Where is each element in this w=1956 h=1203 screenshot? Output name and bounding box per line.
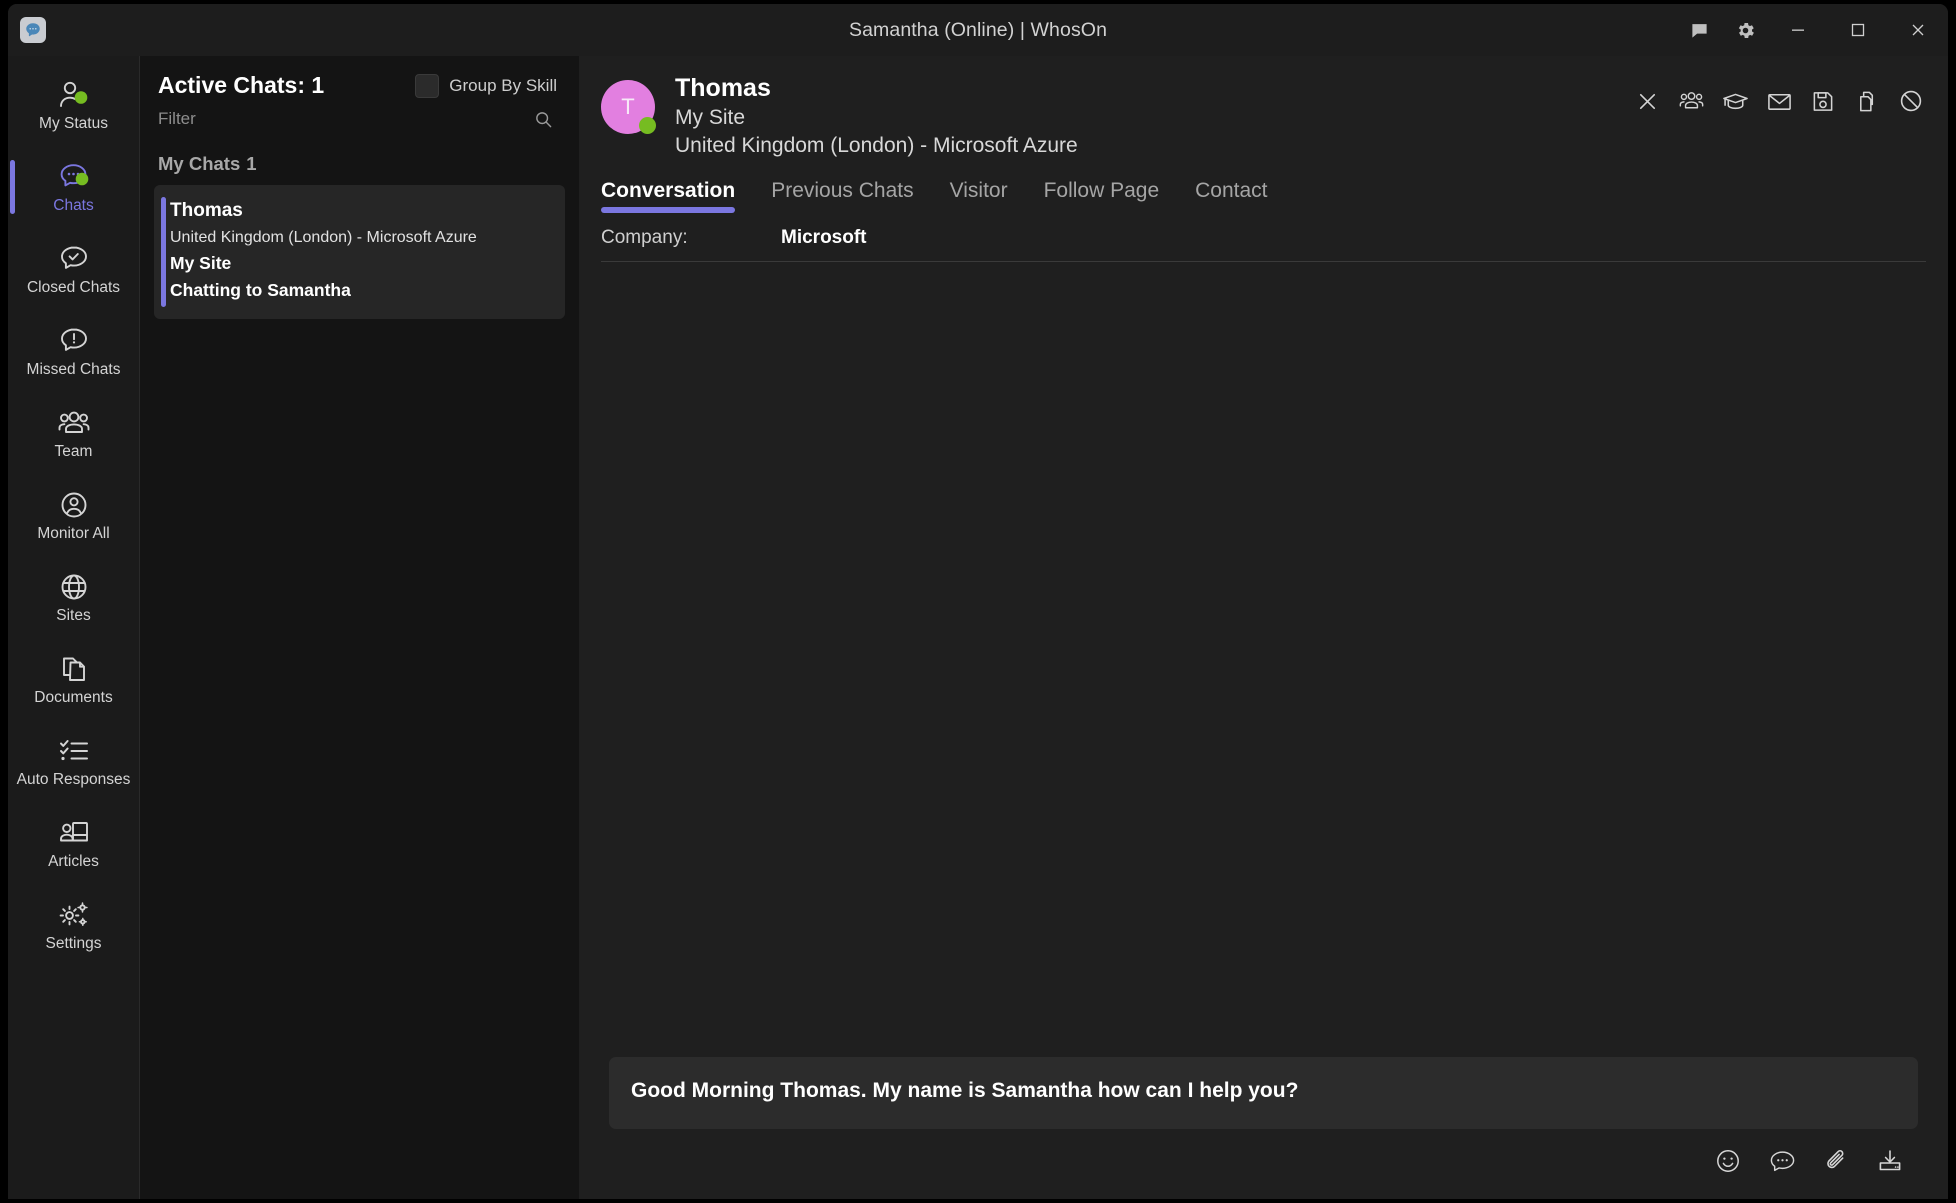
paperclip-icon[interactable]	[1820, 1145, 1852, 1177]
conversation-tabs: Conversation Previous Chats Visitor Foll…	[579, 165, 1948, 214]
article-presenter-icon	[58, 816, 90, 850]
person-status-icon	[57, 78, 91, 112]
sidebar-item-articles[interactable]: Articles	[8, 802, 139, 884]
sidebar-item-settings[interactable]: Settings	[8, 884, 139, 966]
visitor-info-area: Company: Microsoft	[579, 213, 1948, 263]
chat-transcript	[579, 262, 1948, 1057]
sidebar-item-sites[interactable]: Sites	[8, 556, 139, 638]
chat-bubble-dots-icon[interactable]	[1766, 1145, 1798, 1177]
tab-previous-chats[interactable]: Previous Chats	[771, 179, 913, 213]
composer-area: Good Morning Thomas. My name is Samantha…	[579, 1057, 1948, 1129]
chat-check-icon	[58, 242, 90, 276]
chat-item-location: United Kingdom (London) - Microsoft Azur…	[170, 228, 477, 246]
visitor-location: United Kingdom (London) - Microsoft Azur…	[675, 133, 1078, 157]
visitor-info: Thomas My Site United Kingdom (London) -…	[675, 72, 1078, 159]
sidebar-item-team[interactable]: Team	[8, 392, 139, 474]
gears-icon	[57, 898, 91, 932]
window-title: Samantha (Online) | WhosOn	[848, 18, 1108, 41]
sidebar-item-closed-chats[interactable]: Closed Chats	[8, 228, 139, 310]
chat-item-status: Chatting to Samantha	[170, 280, 351, 301]
my-chats-count: 1	[246, 153, 257, 174]
envelope-icon[interactable]	[1764, 86, 1794, 116]
sidebar-item-label: Sites	[56, 607, 91, 625]
composer-toolbar	[579, 1129, 1948, 1199]
company-value: Microsoft	[781, 227, 867, 249]
tab-follow-page[interactable]: Follow Page	[1044, 179, 1160, 213]
floppy-disk-icon[interactable]	[1808, 86, 1838, 116]
sidebar-item-auto-responses[interactable]: Auto Responses	[8, 720, 139, 802]
people-group-icon[interactable]	[1676, 86, 1706, 116]
sidebar-item-label: Articles	[48, 853, 99, 871]
sidebar-item-chats[interactable]: Chats	[8, 146, 139, 228]
sidebar-item-label: Chats	[53, 197, 94, 215]
visitor-site: My Site	[675, 106, 746, 129]
sidebar-item-label: Missed Chats	[26, 361, 121, 379]
sidebar-item-monitor-all[interactable]: Monitor All	[8, 474, 139, 556]
copy-icon[interactable]	[1852, 86, 1882, 116]
chat-bubble-icon	[57, 160, 91, 194]
chat-list-header: Active Chats: 1 Group By Skill	[140, 56, 579, 129]
download-tray-icon[interactable]	[1874, 1145, 1906, 1177]
sidebar-item-missed-chats[interactable]: Missed Chats	[8, 310, 139, 392]
person-circle-icon	[58, 488, 90, 522]
sidebar-item-documents[interactable]: Documents	[8, 638, 139, 720]
chat-alert-icon	[58, 324, 90, 358]
title-bar: Samantha (Online) | WhosOn	[8, 4, 1948, 56]
close-button[interactable]	[1888, 4, 1948, 56]
sidebar-item-label: My Status	[39, 115, 108, 133]
checklist-icon	[58, 734, 90, 768]
table-row: Company: Microsoft	[601, 213, 1926, 263]
close-x-icon[interactable]	[1632, 86, 1662, 116]
globe-icon	[58, 570, 90, 604]
my-chats-section-header: My Chats 1	[140, 153, 579, 175]
chat-item-name: Thomas	[170, 200, 243, 221]
active-chats-title: Active Chats: 1	[158, 72, 325, 98]
group-by-skill-control[interactable]: Group By Skill	[415, 73, 557, 98]
chat-list: Thomas United Kingdom (London) - Microso…	[140, 185, 579, 319]
search-icon[interactable]	[534, 110, 553, 129]
sidebar-item-label: Documents	[34, 689, 113, 707]
chat-list-panel: Active Chats: 1 Group By Skill Filter My…	[139, 56, 579, 1199]
avatar: T	[601, 80, 656, 134]
maximize-button[interactable]	[1828, 4, 1888, 56]
my-chats-label: My Chats	[158, 153, 241, 174]
chat-item-site: My Site	[170, 253, 232, 274]
filter-input[interactable]	[158, 109, 458, 129]
conversation-panel: T Thomas My Site United Kingdom (London)…	[579, 56, 1948, 1199]
navigation-rail: My Status Chats Closed Chats Missed Chat…	[8, 56, 139, 1199]
block-circle-icon[interactable]	[1896, 86, 1926, 116]
settings-gear-icon[interactable]	[1722, 4, 1768, 56]
list-item[interactable]: Thomas United Kingdom (London) - Microso…	[154, 185, 565, 319]
visitor-header: T Thomas My Site United Kingdom (London)…	[579, 56, 1948, 159]
minimize-button[interactable]	[1768, 4, 1828, 56]
sidebar-item-label: Monitor All	[37, 525, 110, 543]
app-window: Samantha (Online) | WhosOn My Status Cha…	[8, 4, 1948, 1199]
documents-copy-icon	[59, 652, 89, 686]
whoson-chat-logo-icon	[20, 17, 46, 43]
sidebar-item-label: Closed Chats	[26, 279, 121, 297]
group-by-skill-label: Group By Skill	[449, 75, 557, 95]
message-input[interactable]: Good Morning Thomas. My name is Samantha…	[609, 1057, 1918, 1129]
people-group-icon	[57, 406, 91, 440]
sidebar-item-label: Auto Responses	[16, 771, 131, 789]
visitor-name: Thomas	[675, 74, 771, 102]
conversation-toolbar	[1632, 72, 1926, 116]
company-label: Company:	[601, 227, 688, 249]
graduation-cap-icon[interactable]	[1720, 86, 1750, 116]
feedback-chat-icon[interactable]	[1676, 4, 1722, 56]
tab-conversation[interactable]: Conversation	[601, 179, 736, 214]
sidebar-item-label: Team	[54, 443, 93, 461]
app-body: My Status Chats Closed Chats Missed Chat…	[8, 56, 1948, 1199]
tab-contact[interactable]: Contact	[1195, 179, 1267, 213]
online-status-dot	[639, 117, 656, 134]
smiley-face-icon[interactable]	[1712, 1145, 1744, 1177]
group-by-skill-checkbox[interactable]	[415, 73, 440, 98]
titlebar-right-group	[1676, 4, 1948, 56]
tab-visitor[interactable]: Visitor	[950, 179, 1008, 213]
sidebar-item-label: Settings	[45, 935, 102, 953]
sidebar-item-my-status[interactable]: My Status	[8, 64, 139, 146]
